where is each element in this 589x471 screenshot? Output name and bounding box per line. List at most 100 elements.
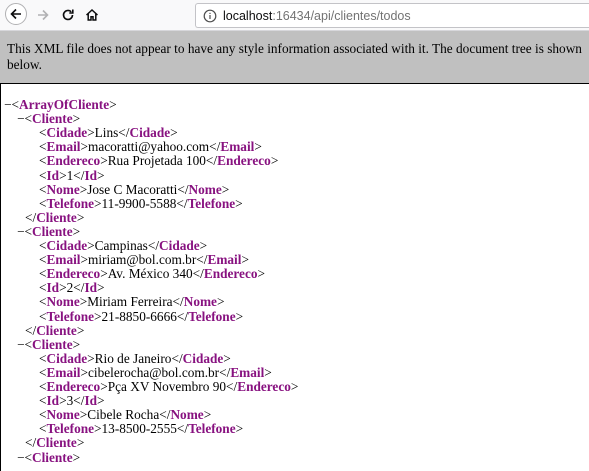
field-tag-name: Endereco [217, 153, 271, 169]
home-button[interactable] [81, 4, 103, 26]
cliente-open: −<Cliente> [17, 336, 81, 352]
field-tag-name: Nome [46, 294, 80, 310]
xml-tree: −<ArrayOfCliente> −<Cliente> <Cidade>Lins<… [0, 84, 589, 471]
field-tag-name: Endereco [46, 379, 101, 394]
field-tag-name: Cidade [46, 350, 88, 366]
reload-button[interactable] [57, 4, 79, 26]
field-value-nome: Miriam Ferreira [87, 294, 173, 310]
cliente-tag-name: Cliente [32, 336, 73, 352]
field-value-email: miriam@bol.com.br [87, 252, 197, 268]
field-tag-name: Email [46, 364, 81, 380]
collapse-toggle[interactable]: − [17, 111, 25, 126]
field-value-endereco: Av. México 340 [107, 266, 193, 282]
cliente-open: −<Cliente> [17, 449, 81, 465]
forward-button[interactable] [32, 4, 54, 26]
field-tag-name: Telefone [46, 195, 95, 211]
field-tag-name: Email [46, 252, 81, 268]
field-tag-name: Telefone [46, 421, 95, 437]
field-tag-name: Telefone [188, 308, 236, 324]
cliente-open: −<Cliente> [17, 111, 81, 127]
field-tag-name: Cidade [46, 125, 88, 141]
xml-field-telefone: <Telefone>13-8500-2555</Telefone> [39, 421, 244, 437]
xml-field-telefone: <Telefone>11-9900-5588</Telefone> [39, 195, 243, 211]
cliente-tag-name: Cliente [32, 223, 73, 239]
field-tag-name: Nome [183, 294, 217, 310]
field-value-nome: Cibele Rocha [87, 407, 160, 423]
field-tag-name: Id [84, 167, 98, 183]
field-tag-name: Nome [46, 407, 80, 423]
xml-field-cidade: <Cidade>Campinas</Cidade> [39, 238, 208, 253]
xml-style-notice: This XML file does not appear to have an… [0, 31, 589, 84]
field-tag-name: Endereco [237, 379, 291, 394]
field-value-cidade: Rio de Janeiro [94, 350, 172, 366]
home-icon [85, 8, 99, 21]
collapse-toggle[interactable]: − [17, 337, 25, 352]
xml-field-id: <Id>3</Id> [39, 393, 105, 409]
field-tag-name: Email [220, 139, 255, 155]
xml-field-cidade: <Cidade>Rio de Janeiro</Cidade> [39, 350, 231, 366]
field-tag-name: Id [84, 280, 98, 296]
xml-field-cidade: <Cidade>Lins</Cidade> [39, 125, 178, 141]
field-value-id: 1 [66, 167, 74, 183]
cliente-close: </Cliente> [25, 322, 85, 338]
field-tag-name: Endereco [203, 266, 258, 282]
field-value-telefone: 21-8850-6666 [101, 308, 177, 324]
field-tag-name: Cidade [182, 350, 224, 366]
cliente-close: </Cliente> [25, 435, 85, 451]
field-tag-name: Cidade [159, 238, 200, 253]
field-tag-name: Nome [170, 407, 204, 423]
field-value-endereco: Pça XV Novembro 90 [107, 379, 226, 394]
xml-field-email: <Email>miriam@bol.com.br</Email> [39, 252, 249, 268]
field-tag-name: Id [46, 393, 60, 409]
xml-style-notice-text: This XML file does not appear to have an… [7, 41, 582, 72]
field-tag-name: Cidade [46, 238, 88, 253]
cliente-tag-name: Cliente [36, 209, 77, 225]
collapse-toggle[interactable]: − [4, 97, 12, 112]
field-tag-name: Email [207, 252, 242, 268]
field-tag-name: Id [46, 167, 60, 183]
xml-field-email: <Email>macoratti@yahoo.com</Email> [39, 139, 262, 155]
field-tag-name: Telefone [188, 421, 236, 437]
field-value-nome: Jose C Macoratti [87, 181, 178, 197]
field-value-cidade: Campinas [94, 238, 148, 253]
reload-icon [62, 9, 74, 21]
cliente-tag-name: Cliente [36, 435, 77, 451]
cliente-tag-name: Cliente [32, 111, 73, 127]
arrow-right-icon [38, 9, 49, 21]
collapse-toggle[interactable]: − [17, 224, 25, 239]
xml-field-nome: <Nome>Cibele Rocha</Nome> [39, 407, 212, 423]
field-value-email: cibelerocha@bol.com.br [87, 364, 220, 380]
field-tag-name: Cidade [129, 125, 171, 141]
arrow-left-icon [10, 8, 21, 20]
back-button[interactable] [5, 3, 27, 25]
xml-field-id: <Id>2</Id> [39, 280, 105, 296]
field-value-cidade: Lins [94, 125, 119, 141]
url-bar[interactable]: localhost:16434/api/clientes/todos [195, 3, 589, 28]
field-tag-name: Nome [46, 181, 80, 197]
info-icon[interactable] [203, 9, 217, 23]
field-tag-name: Telefone [46, 308, 95, 324]
xml-field-nome: <Nome>Miriam Ferreira</Nome> [39, 294, 225, 310]
cliente-tag-name: Cliente [36, 322, 77, 338]
field-tag-name: Email [46, 139, 81, 155]
xml-field-nome: <Nome>Jose C Macoratti</Nome> [39, 181, 230, 197]
field-tag-name: Email [230, 364, 265, 380]
browser-toolbar: localhost:16434/api/clientes/todos [0, 0, 589, 31]
collapse-toggle[interactable]: − [17, 450, 25, 465]
xml-root-open: −<ArrayOfCliente> [4, 97, 117, 112]
field-tag-name: Id [46, 280, 60, 296]
field-value-telefone: 11-9900-5588 [101, 195, 177, 211]
xml-field-endereco: <Endereco>Pça XV Novembro 90</Endereco> [39, 379, 299, 394]
url-path: :16434/api/clientes/todos [272, 8, 411, 23]
url-host: localhost [223, 8, 273, 23]
field-tag-name: Nome [188, 181, 222, 197]
field-value-id: 2 [66, 280, 74, 296]
root-tag-name: ArrayOfCliente [19, 97, 110, 112]
xml-field-endereco: <Endereco>Av. México 340</Endereco> [39, 266, 266, 282]
field-value-endereco: Rua Projetada 100 [107, 153, 206, 169]
xml-field-telefone: <Telefone>21-8850-6666</Telefone> [39, 308, 244, 324]
xml-field-endereco: <Endereco>Rua Projetada 100</Endereco> [39, 153, 279, 169]
cliente-tag-name: Cliente [32, 449, 73, 465]
field-tag-name: Id [84, 393, 98, 409]
field-value-email: macoratti@yahoo.com [87, 139, 210, 155]
